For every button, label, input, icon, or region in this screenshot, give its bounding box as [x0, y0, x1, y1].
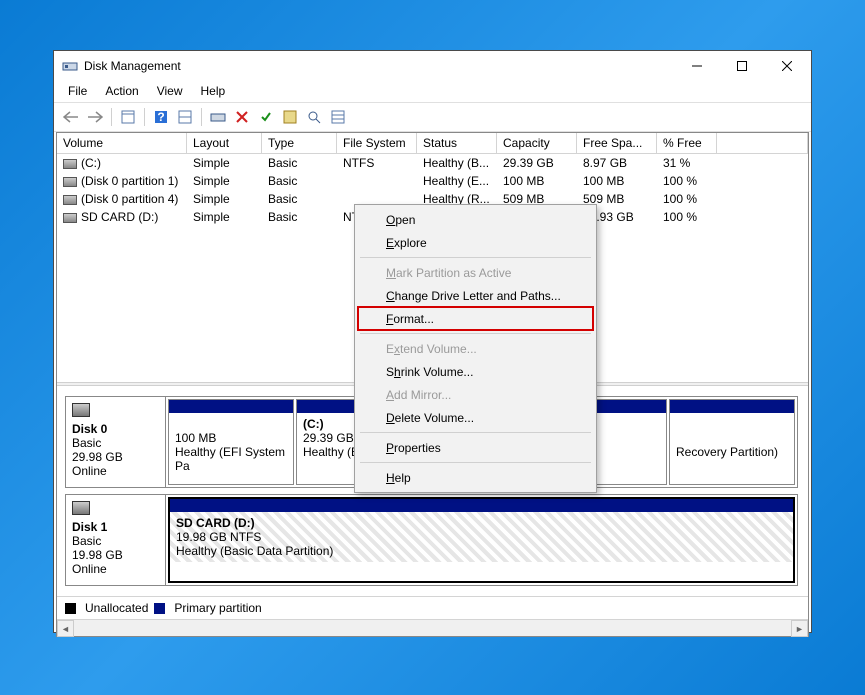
partition-header-bar [170, 499, 793, 512]
toolbar-settings-icon[interactable] [117, 106, 139, 128]
drive-icon [63, 177, 77, 187]
toolbar: ? [54, 102, 811, 132]
legend: Unallocated Primary partition [57, 596, 808, 619]
check-icon[interactable] [255, 106, 277, 128]
disk-size: 19.98 GB [72, 548, 123, 562]
close-button[interactable] [764, 51, 809, 80]
context-menu: Open Explore Mark Partition as Active Ch… [354, 204, 597, 493]
ctx-mark-active: Mark Partition as Active [358, 261, 593, 284]
minimize-button[interactable] [674, 51, 719, 80]
disk-icon [72, 501, 90, 515]
delete-icon[interactable] [231, 106, 253, 128]
ctx-properties[interactable]: Properties [358, 436, 593, 459]
volume-table-header: Volume Layout Type File System Status Ca… [57, 133, 808, 154]
table-row[interactable]: (C:) Simple Basic NTFS Healthy (B... 29.… [57, 154, 808, 172]
forward-button[interactable] [84, 106, 106, 128]
scroll-right-icon[interactable]: ► [791, 620, 808, 637]
col-type[interactable]: Type [262, 133, 337, 153]
ctx-format[interactable]: Format... [358, 307, 593, 330]
maximize-button[interactable] [719, 51, 764, 80]
drive-icon [63, 195, 77, 205]
horizontal-scrollbar[interactable]: ◄ ► [57, 619, 808, 636]
toolbar-list-icon[interactable] [327, 106, 349, 128]
disk-size: 29.98 GB [72, 450, 123, 464]
menu-separator [360, 432, 591, 433]
col-layout[interactable]: Layout [187, 133, 262, 153]
partition[interactable]: 100 MB Healthy (EFI System Pa [168, 399, 294, 485]
ctx-change-letter[interactable]: Change Drive Letter and Paths... [358, 284, 593, 307]
col-blank [717, 133, 808, 153]
menu-file[interactable]: File [60, 82, 95, 100]
menu-action[interactable]: Action [97, 82, 146, 100]
svg-text:?: ? [157, 110, 164, 124]
disk-icon [72, 403, 90, 417]
ctx-delete[interactable]: Delete Volume... [358, 406, 593, 429]
col-filesystem[interactable]: File System [337, 133, 417, 153]
legend-swatch-primary [154, 603, 165, 614]
toolbar-partition-icon[interactable] [279, 106, 301, 128]
legend-swatch-unallocated [65, 603, 76, 614]
ctx-extend: Extend Volume... [358, 337, 593, 360]
ctx-open[interactable]: Open [358, 208, 593, 231]
back-button[interactable] [60, 106, 82, 128]
col-pctfree[interactable]: % Free [657, 133, 717, 153]
disk-type: Basic [72, 534, 101, 548]
scroll-left-icon[interactable]: ◄ [57, 620, 74, 637]
legend-label-unallocated: Unallocated [85, 601, 148, 615]
menu-separator [360, 462, 591, 463]
menu-separator [360, 257, 591, 258]
menu-view[interactable]: View [149, 82, 191, 100]
partition-header-bar [169, 400, 293, 413]
toolbar-layout-icon[interactable] [174, 106, 196, 128]
disk-type: Basic [72, 436, 101, 450]
col-volume[interactable]: Volume [57, 133, 187, 153]
col-freespace[interactable]: Free Spa... [577, 133, 657, 153]
window-title: Disk Management [84, 59, 674, 73]
drive-icon [63, 213, 77, 223]
disk-row-1: Disk 1 Basic 19.98 GB Online SD CARD (D:… [65, 494, 798, 586]
table-row[interactable]: (Disk 0 partition 1) Simple Basic Health… [57, 172, 808, 190]
disk-label[interactable]: Disk 1 Basic 19.98 GB Online [66, 495, 166, 585]
help-icon[interactable]: ? [150, 106, 172, 128]
disk-state: Online [72, 464, 107, 478]
menu-help[interactable]: Help [193, 82, 234, 100]
disk-name: Disk 0 [72, 422, 107, 436]
partition[interactable]: Recovery Partition) [669, 399, 795, 485]
disk-state: Online [72, 562, 107, 576]
ctx-shrink[interactable]: Shrink Volume... [358, 360, 593, 383]
disk-label[interactable]: Disk 0 Basic 29.98 GB Online [66, 397, 166, 487]
disk-name: Disk 1 [72, 520, 107, 534]
col-capacity[interactable]: Capacity [497, 133, 577, 153]
titlebar[interactable]: Disk Management [54, 51, 811, 80]
search-icon[interactable] [303, 106, 325, 128]
col-status[interactable]: Status [417, 133, 497, 153]
legend-label-primary: Primary partition [174, 601, 261, 615]
toolbar-disk-icon[interactable] [207, 106, 229, 128]
menubar: File Action View Help [54, 80, 811, 102]
ctx-explore[interactable]: Explore [358, 231, 593, 254]
ctx-help[interactable]: Help [358, 466, 593, 489]
app-icon [62, 58, 78, 74]
partition-selected[interactable]: SD CARD (D:) 19.98 GB NTFS Healthy (Basi… [168, 497, 795, 583]
partition-header-bar [670, 400, 794, 413]
menu-separator [360, 333, 591, 334]
drive-icon [63, 159, 77, 169]
ctx-add-mirror: Add Mirror... [358, 383, 593, 406]
